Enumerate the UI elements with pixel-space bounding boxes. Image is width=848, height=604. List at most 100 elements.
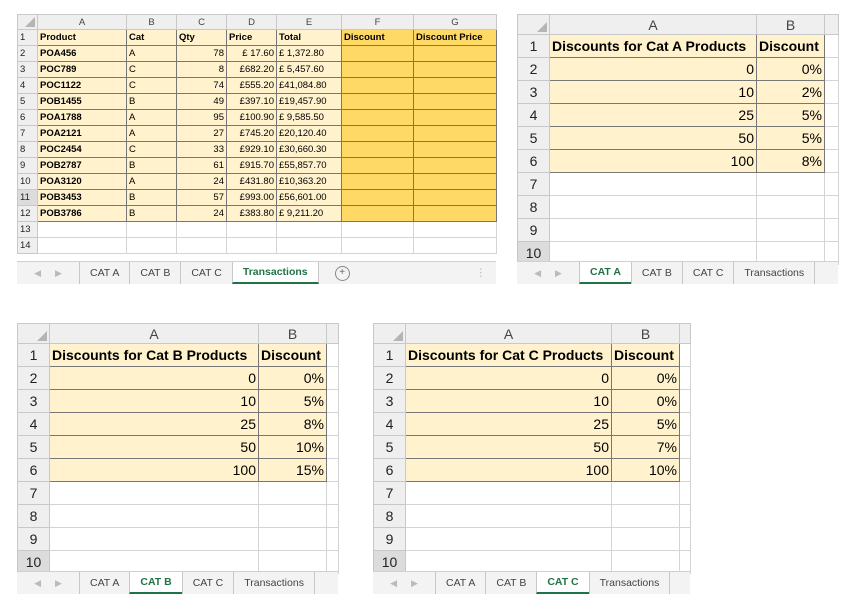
discount-rate-cell[interactable]: 0% bbox=[258, 366, 327, 390]
column-header[interactable]: B bbox=[126, 14, 177, 30]
table-cell[interactable] bbox=[549, 218, 757, 242]
discount-table-title[interactable]: Discounts for Cat B Products bbox=[49, 343, 259, 367]
row-header[interactable]: 2 bbox=[17, 45, 38, 62]
table-cell[interactable]: £383.80 bbox=[226, 205, 277, 222]
cell-product-header[interactable]: Product bbox=[37, 29, 127, 46]
tab-cat-b[interactable]: CAT B bbox=[485, 572, 536, 594]
discount-rate-cell[interactable]: 5% bbox=[756, 103, 825, 127]
table-cell[interactable]: POC789 bbox=[37, 61, 127, 78]
table-cell[interactable] bbox=[326, 435, 339, 459]
table-cell[interactable] bbox=[49, 481, 259, 505]
table-cell[interactable] bbox=[326, 481, 339, 505]
table-cell[interactable]: £20,120.40 bbox=[276, 125, 342, 142]
tab-cat-a[interactable]: CAT A bbox=[579, 262, 631, 284]
table-cell[interactable]: £ 9,211.20 bbox=[276, 205, 342, 222]
tab-transactions[interactable]: Transactions bbox=[231, 262, 319, 284]
column-header[interactable]: A bbox=[37, 14, 127, 30]
row-header[interactable]: 12 bbox=[17, 205, 38, 222]
table-cell[interactable] bbox=[413, 205, 497, 222]
row-header[interactable]: 7 bbox=[373, 481, 406, 505]
chevron-left-icon[interactable]: ◀ bbox=[390, 578, 397, 589]
tab-cat-c[interactable]: CAT C bbox=[681, 262, 734, 284]
row-header[interactable]: 1 bbox=[373, 343, 406, 367]
tab-cat-c[interactable]: CAT C bbox=[181, 572, 234, 594]
select-all-corner[interactable] bbox=[517, 14, 550, 35]
discount-rate-cell[interactable]: 0% bbox=[756, 57, 825, 81]
table-cell[interactable]: A bbox=[126, 125, 177, 142]
table-cell[interactable]: £ 9,585.50 bbox=[276, 109, 342, 126]
table-cell[interactable] bbox=[824, 218, 839, 242]
table-cell[interactable]: B bbox=[126, 205, 177, 222]
table-cell[interactable]: C bbox=[126, 77, 177, 94]
row-header[interactable]: 9 bbox=[17, 527, 50, 551]
tab-transactions[interactable]: Transactions bbox=[733, 262, 816, 284]
table-cell[interactable]: £ 1,372.80 bbox=[276, 45, 342, 62]
row-header[interactable]: 9 bbox=[373, 527, 406, 551]
table-cell[interactable]: POC1122 bbox=[37, 77, 127, 94]
table-cell[interactable] bbox=[611, 527, 680, 551]
table-cell[interactable] bbox=[176, 221, 227, 238]
row-header[interactable]: 3 bbox=[17, 61, 38, 78]
column-header[interactable]: G bbox=[413, 14, 497, 30]
table-cell[interactable]: POC2454 bbox=[37, 141, 127, 158]
discount-column-header[interactable]: Discount bbox=[258, 343, 327, 367]
tab-cat-b[interactable]: CAT B bbox=[129, 572, 182, 594]
select-all-corner[interactable] bbox=[373, 323, 406, 344]
row-header[interactable]: 1 bbox=[17, 343, 50, 367]
quantity-threshold-cell[interactable]: 50 bbox=[405, 435, 612, 459]
row-header[interactable]: 2 bbox=[17, 366, 50, 390]
table-cell[interactable] bbox=[824, 80, 839, 104]
row-header[interactable]: 14 bbox=[17, 237, 38, 254]
table-cell[interactable]: £ 5,457.60 bbox=[276, 61, 342, 78]
table-cell[interactable] bbox=[679, 366, 691, 390]
table-cell[interactable] bbox=[611, 481, 680, 505]
table-cell[interactable] bbox=[549, 195, 757, 219]
table-cell[interactable] bbox=[413, 237, 497, 254]
cell-discount-price-header[interactable]: Discount Price bbox=[413, 29, 497, 46]
row-header[interactable]: 7 bbox=[517, 172, 550, 196]
cell-total-header[interactable]: Total bbox=[276, 29, 342, 46]
table-cell[interactable] bbox=[341, 125, 414, 142]
table-cell[interactable]: £30,660.30 bbox=[276, 141, 342, 158]
table-cell[interactable] bbox=[341, 61, 414, 78]
discount-table-title[interactable]: Discounts for Cat C Products bbox=[405, 343, 612, 367]
table-cell[interactable]: £56,601.00 bbox=[276, 189, 342, 206]
quantity-threshold-cell[interactable]: 0 bbox=[549, 57, 757, 81]
row-header[interactable]: 6 bbox=[373, 458, 406, 482]
table-cell[interactable] bbox=[549, 172, 757, 196]
row-header[interactable]: 5 bbox=[373, 435, 406, 459]
quantity-threshold-cell[interactable]: 25 bbox=[549, 103, 757, 127]
table-cell[interactable]: 61 bbox=[176, 157, 227, 174]
table-cell[interactable]: B bbox=[126, 157, 177, 174]
table-cell[interactable] bbox=[413, 221, 497, 238]
column-header[interactable]: C bbox=[176, 14, 227, 30]
row-header[interactable]: 6 bbox=[517, 149, 550, 173]
row-header[interactable]: 8 bbox=[517, 195, 550, 219]
table-cell[interactable] bbox=[341, 237, 414, 254]
table-cell[interactable] bbox=[679, 504, 691, 528]
row-header[interactable]: 11 bbox=[17, 189, 38, 206]
table-cell[interactable] bbox=[413, 157, 497, 174]
discount-rate-cell[interactable]: 8% bbox=[258, 412, 327, 436]
table-cell[interactable] bbox=[413, 125, 497, 142]
row-header[interactable]: 5 bbox=[17, 435, 50, 459]
table-cell[interactable] bbox=[824, 57, 839, 81]
cell-cat-header[interactable]: Cat bbox=[126, 29, 177, 46]
table-cell[interactable] bbox=[258, 527, 327, 551]
table-cell[interactable] bbox=[341, 109, 414, 126]
quantity-threshold-cell[interactable]: 10 bbox=[549, 80, 757, 104]
table-cell[interactable] bbox=[341, 221, 414, 238]
row-header[interactable]: 7 bbox=[17, 125, 38, 142]
table-cell[interactable] bbox=[326, 366, 339, 390]
table-cell[interactable]: 78 bbox=[176, 45, 227, 62]
column-header[interactable]: F bbox=[341, 14, 414, 30]
table-cell[interactable] bbox=[326, 412, 339, 436]
tab-cat-a[interactable]: CAT A bbox=[435, 572, 485, 594]
table-cell[interactable] bbox=[679, 527, 691, 551]
table-cell[interactable] bbox=[824, 34, 839, 58]
table-cell[interactable] bbox=[413, 45, 497, 62]
chevron-right-icon[interactable]: ▶ bbox=[55, 268, 62, 279]
tab-cat-a[interactable]: CAT A bbox=[79, 262, 129, 284]
table-cell[interactable]: A bbox=[126, 173, 177, 190]
table-cell[interactable] bbox=[341, 157, 414, 174]
